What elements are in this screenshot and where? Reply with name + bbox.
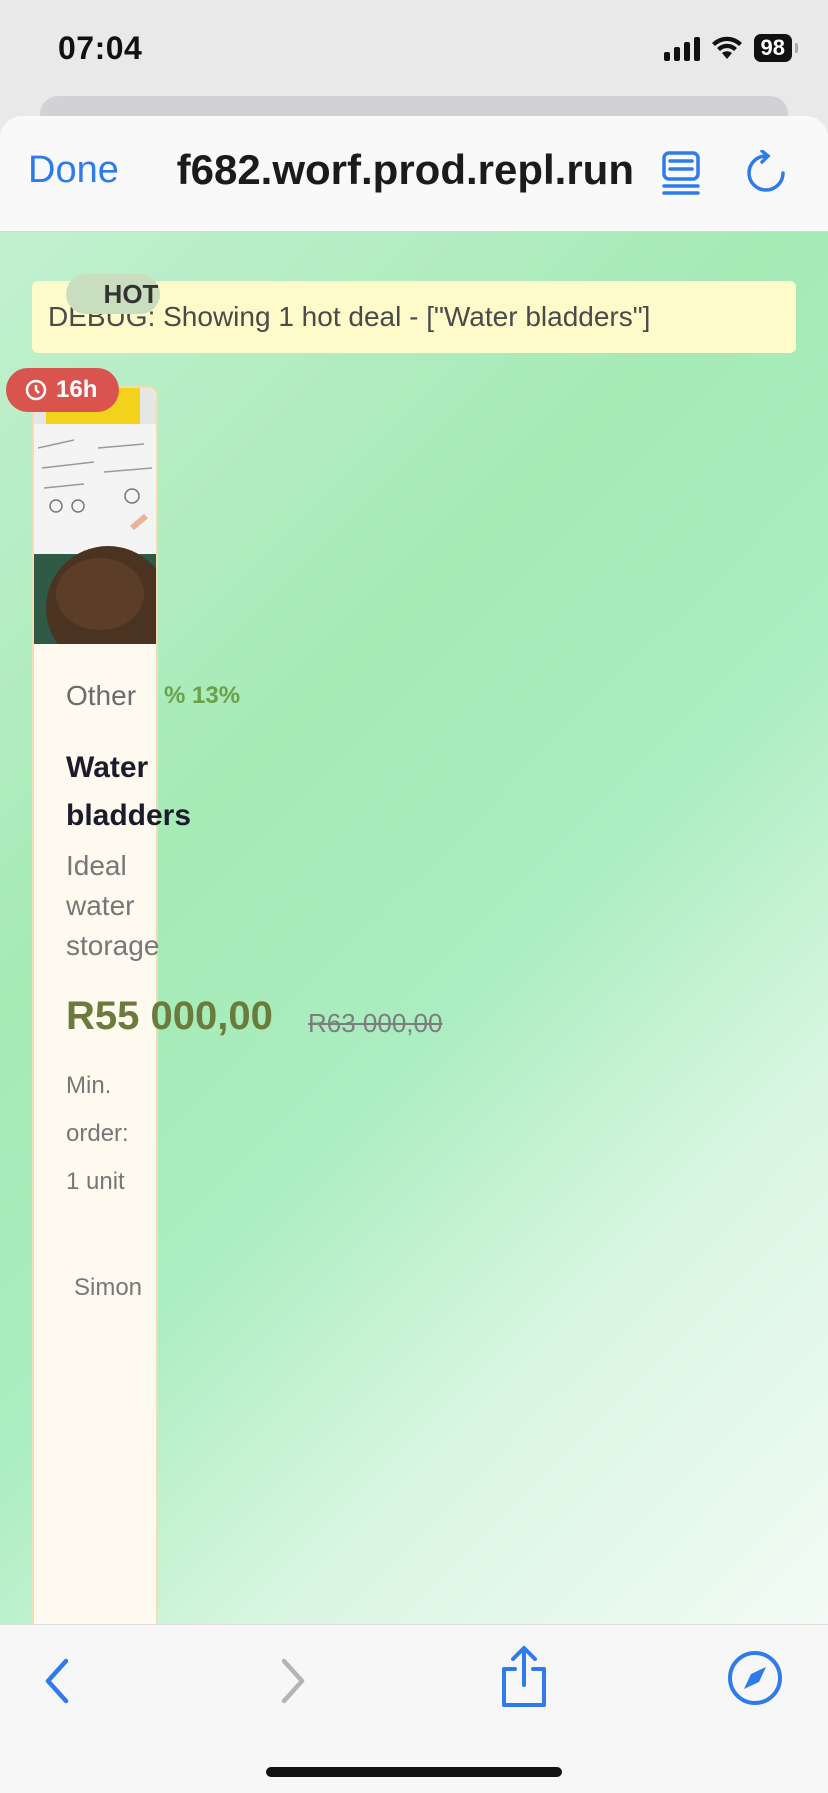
status-time: 07:04	[58, 30, 143, 66]
browser-header: Done f682.worf.prod.repl.run	[0, 116, 828, 232]
safari-compass-icon[interactable]	[726, 1649, 784, 1712]
status-icons: 98	[663, 34, 799, 62]
wifi-icon	[711, 36, 742, 59]
clock-icon	[25, 379, 47, 401]
forward-arrow-icon[interactable]	[276, 1653, 310, 1714]
deal-description: Ideal water storage	[66, 850, 160, 961]
status-bar: 07:04 98	[0, 0, 828, 100]
battery-icon: 98	[753, 34, 799, 62]
back-arrow-icon[interactable]	[40, 1653, 74, 1714]
reader-mode-icon[interactable]	[660, 150, 704, 201]
share-icon[interactable]	[498, 1645, 550, 1714]
timer-badge: 16h	[6, 368, 120, 412]
hot-badge: HOT	[66, 274, 160, 314]
min-order: Min. order: 1 unit	[66, 1072, 129, 1195]
timer-text: 16h	[56, 376, 98, 403]
discount-badge: % 13%	[164, 682, 241, 709]
cellular-signal-icon	[663, 35, 700, 61]
deal-image	[34, 388, 156, 644]
reload-icon[interactable]	[744, 149, 788, 201]
done-button[interactable]: Done	[28, 149, 119, 192]
url-bar[interactable]: f682.worf.prod.repl.run	[148, 146, 634, 196]
deal-category: Other	[66, 680, 137, 711]
bottom-toolbar	[0, 1624, 828, 1793]
deal-original-price: R63 000,00	[308, 1008, 443, 1038]
deal-price: R55 000,00	[66, 994, 273, 1038]
page-content: DEBUG: Showing 1 hot deal - ["Water blad…	[0, 232, 828, 1624]
seller-name: Simon	[74, 1274, 143, 1301]
deal-title: Water bladders	[66, 751, 192, 832]
home-indicator	[266, 1767, 562, 1777]
